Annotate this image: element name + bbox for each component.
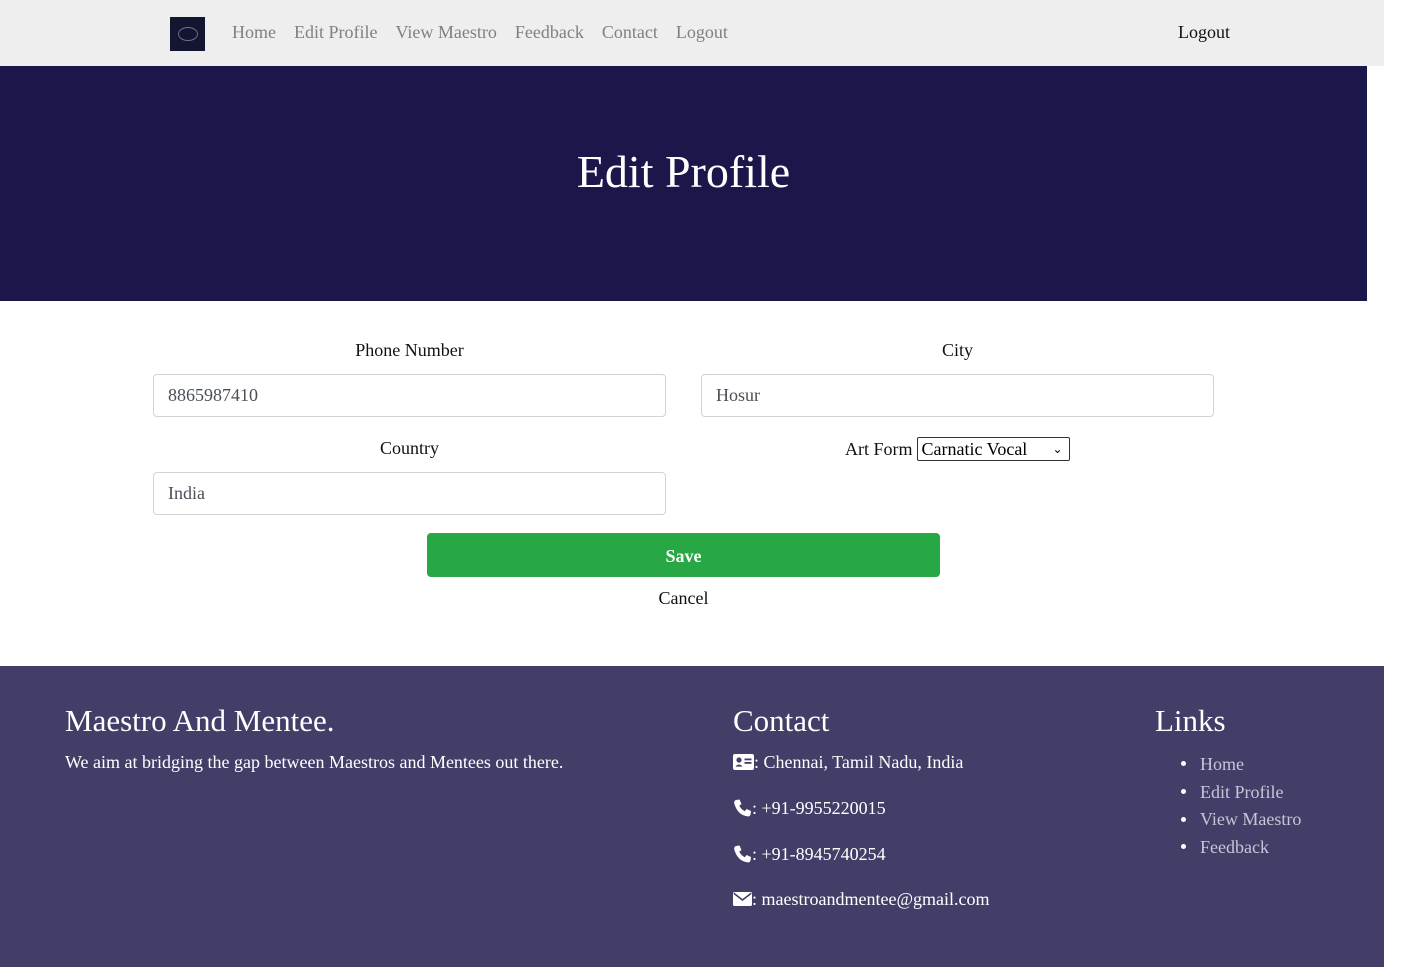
brand-logo[interactable] — [170, 17, 205, 51]
footer-link-view-maestro[interactable]: View Maestro — [1200, 808, 1301, 830]
nav-link-view-maestro[interactable]: View Maestro — [396, 21, 497, 43]
footer-link-edit-profile[interactable]: Edit Profile — [1200, 781, 1284, 803]
contact-phone-2-text: : +91-8945740254 — [752, 844, 886, 864]
save-button[interactable]: Save — [427, 533, 940, 577]
logo-emblem-icon — [177, 27, 198, 41]
footer-links-title: Links — [1155, 703, 1226, 738]
bullet-icon — [1181, 761, 1186, 767]
chevron-down-icon: ⌄ — [1052, 442, 1063, 456]
cancel-link[interactable]: Cancel — [659, 588, 709, 608]
list-item: Feedback — [1181, 833, 1301, 861]
list-item: Home — [1181, 750, 1301, 778]
envelope-icon — [733, 892, 752, 906]
country-label: Country — [379, 438, 439, 458]
nav-link-logout[interactable]: Logout — [676, 21, 728, 43]
city-label: City — [941, 340, 973, 360]
contact-phone-2: : +91-8945740254 — [733, 843, 886, 865]
footer: Maestro And Mentee. We aim at bridging t… — [0, 666, 1384, 967]
hero-banner: Edit Profile — [0, 66, 1367, 301]
phone-number-input[interactable] — [153, 374, 666, 417]
address-card-icon — [733, 754, 754, 770]
list-item: View Maestro — [1181, 805, 1301, 833]
contact-phone-1-text: : +91-9955220015 — [752, 798, 886, 818]
navbar: Home Edit Profile View Maestro Feedback … — [0, 0, 1384, 66]
city-input[interactable] — [701, 374, 1214, 417]
footer-brand-title: Maestro And Mentee. — [65, 703, 335, 738]
phone-icon — [733, 845, 752, 863]
footer-link-feedback[interactable]: Feedback — [1200, 836, 1269, 858]
nav-links: Home Edit Profile View Maestro Feedback … — [232, 21, 746, 43]
country-input[interactable] — [153, 472, 666, 515]
bullet-icon — [1181, 789, 1186, 795]
art-form-select[interactable]: Carnatic Vocal ⌄ — [916, 437, 1070, 461]
cancel-row: Cancel — [0, 587, 1367, 609]
footer-link-home[interactable]: Home — [1200, 753, 1244, 775]
nav-link-feedback[interactable]: Feedback — [515, 21, 584, 43]
phone-icon — [733, 799, 752, 817]
nav-link-home[interactable]: Home — [232, 21, 276, 43]
page-title: Edit Profile — [576, 146, 791, 197]
art-form-row: Art Form Carnatic Vocal ⌄ — [845, 437, 1070, 461]
contact-address: : Chennai, Tamil Nadu, India — [733, 751, 963, 773]
contact-email: : maestroandmentee@gmail.com — [733, 888, 990, 910]
footer-links-list: Home Edit Profile View Maestro Feedback — [1181, 750, 1301, 861]
nav-logout-right[interactable]: Logout — [1178, 21, 1230, 43]
art-form-selected-value: Carnatic Vocal — [921, 439, 1028, 459]
bullet-icon — [1181, 844, 1186, 850]
nav-link-contact[interactable]: Contact — [602, 21, 658, 43]
phone-number-label: Phone Number — [355, 340, 464, 360]
footer-contact-title: Contact — [733, 703, 830, 738]
contact-email-text: : maestroandmentee@gmail.com — [752, 889, 990, 909]
list-item: Edit Profile — [1181, 778, 1301, 806]
footer-tagline: We aim at bridging the gap between Maest… — [65, 752, 564, 772]
art-form-label: Art Form — [845, 438, 913, 459]
bullet-icon — [1181, 816, 1186, 822]
contact-address-text: : Chennai, Tamil Nadu, India — [754, 752, 964, 772]
contact-phone-1: : +91-9955220015 — [733, 797, 886, 819]
nav-link-edit-profile[interactable]: Edit Profile — [294, 21, 378, 43]
